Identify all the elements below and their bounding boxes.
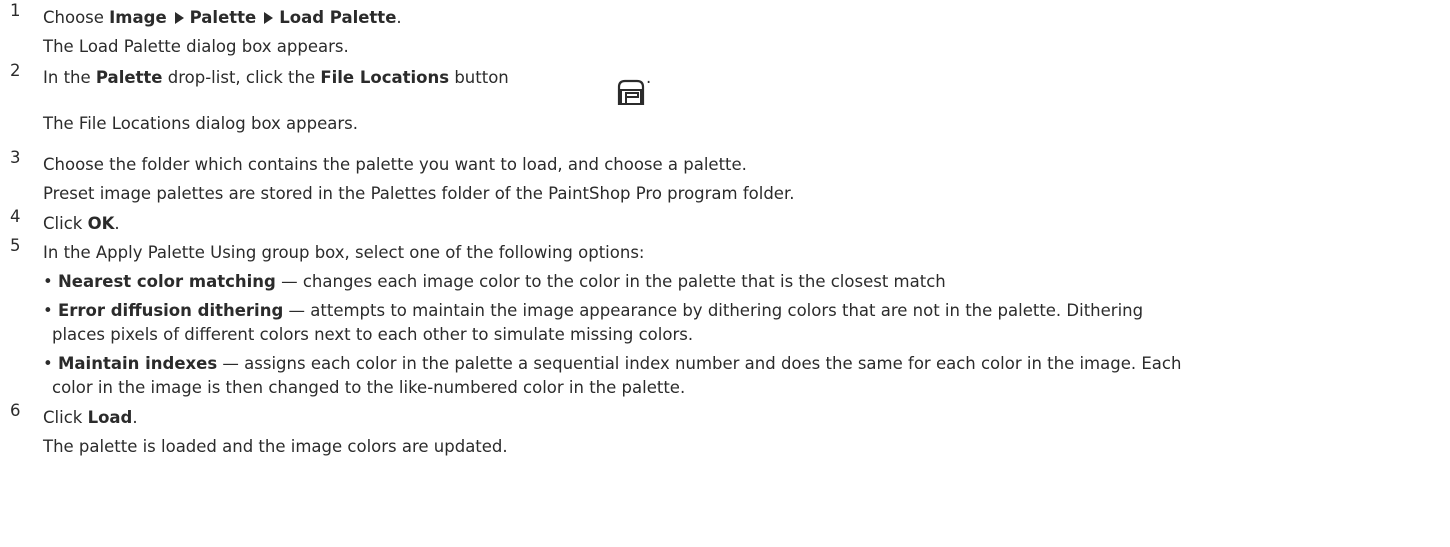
bullet-icon: •: [43, 354, 58, 373]
step-4-prefix: Click: [43, 214, 88, 233]
option-nearest-color: • Nearest color matching — changes each …: [43, 272, 946, 292]
menu-load-palette: Load Palette: [279, 8, 397, 27]
file-locations-icon: [617, 79, 645, 105]
step-6-note: The palette is loaded and the image colo…: [43, 437, 508, 456]
step-1-suffix: .: [396, 8, 402, 27]
step-2-mid: drop-list, click the: [162, 68, 321, 87]
load-label: Load: [87, 408, 133, 427]
ok-label: OK: [87, 214, 115, 233]
bullet-icon: •: [43, 272, 58, 291]
option-description-cont: places pixels of different colors next t…: [52, 325, 694, 344]
step-number: 1: [10, 1, 21, 20]
step-5-text: In the Apply Palette Using group box, se…: [43, 243, 645, 262]
step-2-note: The File Locations dialog box appears.: [43, 114, 358, 133]
option-error-diffusion: • Error diffusion dithering — attempts t…: [43, 301, 1143, 321]
step-number: 3: [10, 148, 21, 167]
step-3-note: Preset image palettes are stored in the …: [43, 184, 795, 203]
file-locations-label: File Locations: [320, 68, 450, 87]
step-3-text: Choose the folder which contains the pal…: [43, 155, 747, 174]
menu-palette: Palette: [189, 8, 257, 27]
step-number: 5: [10, 236, 21, 255]
menu-image: Image: [109, 8, 167, 27]
option-name: Maintain indexes: [57, 354, 218, 373]
option-name: Error diffusion dithering: [57, 301, 284, 320]
step-6-text: Click Load.: [43, 408, 138, 428]
option-description-cont: color in the image is then changed to th…: [52, 378, 686, 397]
step-1-prefix: Choose: [43, 8, 110, 27]
step-1-note: The Load Palette dialog box appears.: [43, 37, 349, 56]
step-4-text: Click OK.: [43, 214, 120, 234]
step-2-text: In the Palette drop-list, click the File…: [43, 68, 509, 88]
step-number: 2: [10, 61, 21, 80]
step-number: 4: [10, 207, 21, 226]
palette-label: Palette: [95, 68, 163, 87]
option-maintain-indexes: • Maintain indexes — assigns each color …: [43, 354, 1181, 374]
option-description: — changes each image color to the color …: [275, 272, 946, 291]
menu-arrow-icon: [264, 12, 274, 24]
step-4-suffix: .: [114, 214, 120, 233]
step-6-suffix: .: [132, 408, 138, 427]
option-name: Nearest color matching: [57, 272, 276, 291]
menu-arrow-icon: [174, 12, 184, 24]
option-description: — attempts to maintain the image appeara…: [283, 301, 1144, 320]
option-description: — assigns each color in the palette a se…: [217, 354, 1182, 373]
step-2-period: .: [646, 68, 652, 87]
step-1-text: Choose Image Palette Load Palette.: [43, 8, 402, 28]
step-2-suffix: button: [449, 68, 509, 87]
bullet-icon: •: [43, 301, 58, 320]
step-6-prefix: Click: [43, 408, 88, 427]
step-number: 6: [10, 401, 21, 420]
step-2-prefix: In the: [43, 68, 96, 87]
